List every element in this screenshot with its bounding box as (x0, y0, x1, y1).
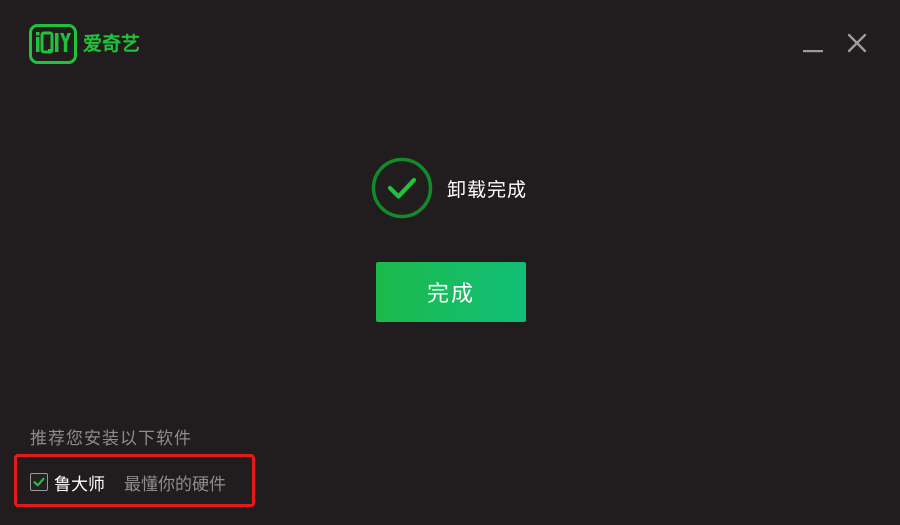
close-button[interactable] (844, 30, 870, 56)
recommend-item-description: 最懂你的硬件 (124, 474, 226, 495)
checkmark-icon (33, 477, 45, 487)
status-text: 卸载完成 (447, 178, 528, 201)
iqiyi-logo-icon (29, 24, 77, 64)
check-circle-icon (371, 157, 433, 219)
done-button[interactable]: 完成 (376, 262, 526, 322)
app-logo: 爱奇艺 (29, 24, 140, 64)
close-icon (847, 33, 867, 53)
minimize-button[interactable] (800, 30, 826, 56)
uninstall-window: 爱奇艺 卸载完成 完成 推荐您安装以下软件 鲁大师 最懂你的硬件 (0, 0, 900, 525)
recommend-checkbox[interactable] (30, 473, 48, 491)
minimize-icon (803, 50, 823, 53)
logo-text: 爱奇艺 (83, 33, 141, 55)
recommend-title: 推荐您安装以下软件 (30, 429, 192, 449)
window-controls (800, 30, 870, 56)
recommend-item: 鲁大师 最懂你的硬件 (30, 470, 226, 495)
uninstall-status: 卸载完成 (371, 157, 527, 219)
recommend-item-name: 鲁大师 (54, 474, 105, 495)
